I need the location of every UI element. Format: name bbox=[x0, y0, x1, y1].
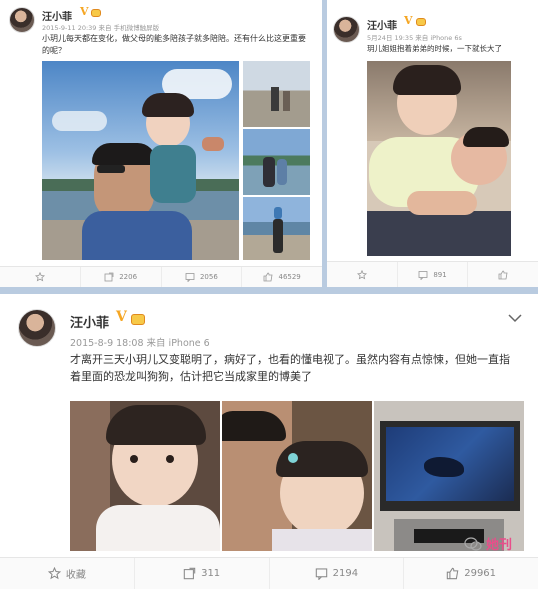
star-icon bbox=[356, 269, 367, 279]
like-button[interactable]: 29961 bbox=[404, 558, 538, 589]
author-name[interactable]: 汪小菲 bbox=[367, 17, 397, 32]
post-meta: 2015-9-11 20:39 来自 手机微博触屏版 bbox=[42, 24, 160, 32]
post-photo-thumb-1[interactable] bbox=[243, 61, 310, 127]
author-name[interactable]: 汪小菲 bbox=[42, 8, 72, 23]
action-bar: 收藏 311 2194 29961 bbox=[0, 557, 538, 589]
post-text: 才离开三天小玥儿又变聪明了，病好了，也看的懂电视了。虽然内容有点惊悚，但她一直指… bbox=[70, 353, 510, 384]
star-icon bbox=[47, 567, 61, 580]
chevron-down-icon[interactable] bbox=[508, 308, 522, 327]
verified-icon: V bbox=[116, 309, 127, 325]
post-photo-1[interactable] bbox=[70, 401, 220, 551]
repost-icon bbox=[104, 272, 114, 282]
avatar[interactable] bbox=[18, 309, 56, 347]
like-count: 29961 bbox=[464, 568, 497, 579]
post-photo-thumb-2[interactable] bbox=[243, 129, 310, 195]
avatar[interactable] bbox=[9, 7, 35, 33]
thumbs-up-icon bbox=[264, 272, 273, 282]
favorite-button[interactable] bbox=[327, 262, 398, 287]
wechat-logo-icon bbox=[464, 536, 482, 551]
verified-icon: V bbox=[80, 5, 89, 18]
thumbs-up-icon bbox=[446, 567, 459, 580]
post-meta: 5月24日 19:35 来自 iPhone 6s bbox=[367, 34, 462, 42]
like-button[interactable] bbox=[468, 262, 538, 287]
comment-count: 2194 bbox=[332, 568, 359, 579]
post-card-1: 汪小菲 V 2015-9-11 20:39 来自 手机微博触屏版 小玥儿每天都在… bbox=[0, 0, 322, 287]
like-count: 46529 bbox=[278, 273, 301, 281]
watermark: 她刊 bbox=[464, 534, 512, 553]
watermark-text: 她刊 bbox=[485, 538, 512, 553]
post-photo-thumb-3[interactable] bbox=[243, 197, 310, 260]
post-card-3: 汪小菲 V 2015-8-9 18:08 来自 iPhone 6 才离开三天小玥… bbox=[0, 294, 538, 589]
vip-crown-icon bbox=[131, 314, 145, 325]
favorite-button[interactable] bbox=[0, 267, 81, 287]
repost-icon bbox=[183, 567, 196, 580]
action-bar: 2206 2056 46529 bbox=[0, 266, 322, 287]
star-icon bbox=[34, 272, 45, 282]
post-card-2: 汪小菲 V 5月24日 19:35 来自 iPhone 6s 玥儿姐姐抱着弟弟的… bbox=[327, 0, 538, 287]
repost-count: 311 bbox=[201, 568, 221, 579]
post-meta: 2015-8-9 18:08 来自 iPhone 6 bbox=[70, 338, 210, 349]
verified-icon: V bbox=[404, 14, 413, 27]
avatar[interactable] bbox=[333, 16, 360, 43]
post-photo-main[interactable] bbox=[367, 61, 511, 256]
comment-count: 2056 bbox=[199, 273, 218, 281]
post-photo-2[interactable] bbox=[222, 401, 372, 551]
repost-count: 2206 bbox=[119, 273, 138, 281]
comment-icon bbox=[315, 568, 327, 580]
favorite-button[interactable]: 收藏 bbox=[0, 558, 135, 589]
author-name[interactable]: 汪小菲 bbox=[70, 312, 109, 331]
repost-button[interactable]: 2206 bbox=[81, 267, 162, 287]
comment-icon bbox=[185, 273, 195, 282]
repost-button[interactable]: 311 bbox=[135, 558, 270, 589]
post-text: 小玥儿每天都在变化，做父母的能多陪孩子就多陪陪。还有什么比这更重要的呢？ bbox=[42, 34, 306, 55]
comment-count: 891 bbox=[433, 270, 447, 279]
comment-icon bbox=[418, 270, 428, 280]
vip-crown-icon bbox=[416, 18, 426, 26]
thumbs-up-icon bbox=[498, 270, 508, 279]
post-photo-3[interactable] bbox=[374, 401, 524, 551]
action-bar: 891 bbox=[327, 261, 538, 287]
favorite-label: 收藏 bbox=[65, 570, 86, 581]
post-photo-main[interactable] bbox=[42, 61, 239, 260]
comment-button[interactable]: 2056 bbox=[162, 267, 243, 287]
vip-crown-icon bbox=[91, 9, 101, 17]
like-button[interactable]: 46529 bbox=[242, 267, 322, 287]
comment-button[interactable]: 2194 bbox=[270, 558, 405, 589]
comment-button[interactable]: 891 bbox=[398, 262, 469, 287]
post-text: 玥儿姐姐抱着弟弟的时候，一下就长大了 bbox=[367, 44, 502, 53]
